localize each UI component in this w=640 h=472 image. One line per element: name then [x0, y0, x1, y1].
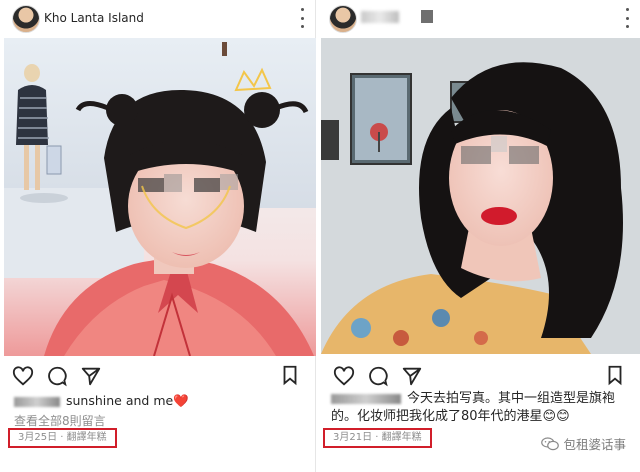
caption-line2: 的。化妆师把我化成了80年代的港星😊😊	[331, 409, 570, 424]
share-icon[interactable]	[80, 365, 102, 387]
share-icon[interactable]	[401, 365, 423, 387]
bookmark-icon[interactable]	[604, 364, 626, 386]
post-photo[interactable]	[321, 38, 640, 354]
caption-emoji: ❤️	[173, 393, 189, 408]
post-left: Kho Lanta Island sunshine and me❤️ 查看全部8…	[0, 0, 316, 472]
post-header: Kho Lanta Island	[0, 0, 315, 36]
comment-icon[interactable]	[46, 365, 68, 387]
username-blurred[interactable]	[14, 396, 60, 407]
heart-icon[interactable]	[333, 365, 355, 387]
action-bar	[333, 364, 423, 388]
bookmark-icon[interactable]	[279, 364, 301, 386]
more-options-icon[interactable]	[624, 8, 630, 28]
avatar[interactable]	[329, 5, 357, 33]
post-photo[interactable]	[4, 38, 316, 356]
watermark: 包租婆话事	[541, 434, 626, 453]
post-date: 3月21日 · 翻譯年糕	[323, 428, 432, 448]
post-header	[321, 0, 640, 36]
caption-text: sunshine and me	[66, 393, 174, 408]
watermark-text: 包租婆话事	[563, 437, 626, 452]
redacted-mark	[421, 10, 433, 23]
caption-line1: 今天去拍写真。其中一组造型是旗袍	[407, 391, 616, 406]
username-blurred[interactable]	[361, 11, 399, 23]
heart-icon[interactable]	[12, 365, 34, 387]
photo-illustration	[321, 38, 640, 354]
wechat-icon	[541, 436, 560, 450]
location-link[interactable]: Kho Lanta Island	[44, 11, 144, 25]
post-right: 今天去拍写真。其中一组造型是旗袍 的。化妆师把我化成了80年代的港星😊😊 3月2…	[321, 0, 640, 472]
caption: 今天去拍写真。其中一组造型是旗袍 的。化妆师把我化成了80年代的港星😊😊	[331, 390, 631, 426]
more-options-icon[interactable]	[299, 8, 305, 28]
photo-illustration	[4, 38, 316, 356]
caption: sunshine and me❤️	[14, 392, 189, 410]
action-bar	[12, 364, 102, 388]
post-date: 3月25日 · 翻譯年糕	[8, 428, 117, 448]
view-comments-link[interactable]: 查看全部8則留言	[14, 412, 106, 429]
avatar[interactable]	[12, 5, 40, 33]
username-blurred[interactable]	[331, 393, 401, 404]
comment-icon[interactable]	[367, 365, 389, 387]
